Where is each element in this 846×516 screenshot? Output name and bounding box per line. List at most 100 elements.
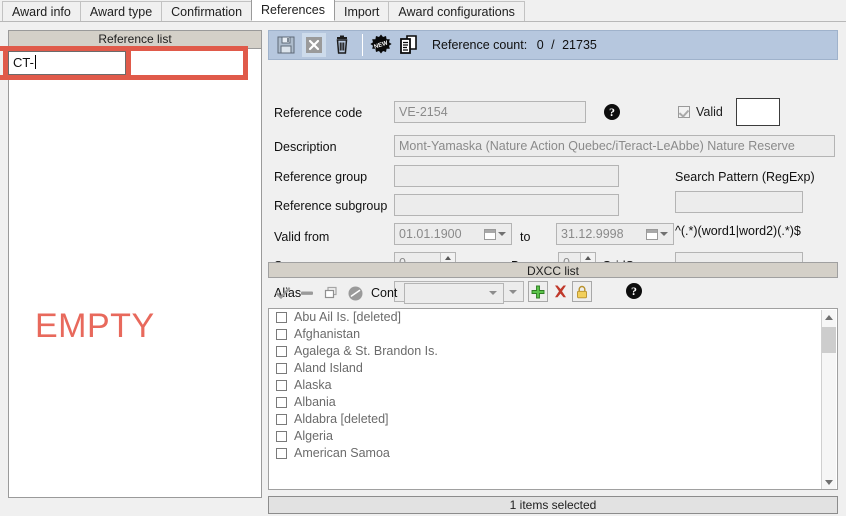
list-item[interactable]: Alaska <box>269 377 837 394</box>
reference-code-input[interactable]: VE-2154 <box>394 101 586 123</box>
dxcc-check-all-button[interactable] <box>272 282 294 304</box>
caret-up-icon <box>585 256 591 260</box>
description-label: Description <box>274 140 337 154</box>
dxcc-status-bar: 1 items selected <box>268 496 838 514</box>
dxcc-item-label: Afghanistan <box>294 327 361 341</box>
chevron-down-icon <box>489 291 498 295</box>
empty-overlay-label: EMPTY <box>35 307 155 345</box>
check-all-icon <box>275 287 291 299</box>
list-item[interactable]: Afghanistan <box>269 326 837 343</box>
dxcc-item-checkbox[interactable] <box>276 414 287 425</box>
dxcc-copy-button[interactable] <box>320 282 342 304</box>
reference-count-total: 21735 <box>562 38 597 52</box>
new-badge-icon: NEW <box>370 34 392 54</box>
copy-icon <box>324 286 337 299</box>
list-item[interactable]: Abu Ail Is. [deleted] <box>269 309 837 326</box>
valid-to-date-input[interactable]: 31.12.9998 <box>556 223 674 245</box>
scrollbar-thumb[interactable] <box>822 327 836 353</box>
list-item[interactable]: Aland Island <box>269 360 837 377</box>
list-item[interactable]: Albania <box>269 394 837 411</box>
duplicate-reference-button[interactable] <box>396 32 422 58</box>
valid-from-value: 01.01.1900 <box>399 227 462 241</box>
reference-count-separator: / <box>551 38 555 52</box>
reference-code-label: Reference code <box>274 106 363 120</box>
dxcc-item-label: Albania <box>294 395 336 409</box>
reference-list-panel: Reference list VE-2154 EMPTY <box>8 30 262 498</box>
dxcc-item-label: Aldabra [deleted] <box>294 412 389 426</box>
dxcc-item-checkbox[interactable] <box>276 363 287 374</box>
reference-subgroup-input[interactable] <box>394 194 619 216</box>
chevron-down-icon[interactable] <box>660 232 668 236</box>
question-help-icon[interactable]: ? <box>604 104 620 120</box>
reference-form: Reference code VE-2154 ? Valid Descripti… <box>268 60 838 302</box>
dxcc-item-checkbox[interactable] <box>276 312 287 323</box>
dxcc-item-label: Alaska <box>294 378 332 392</box>
tab-award-configurations[interactable]: Award configurations <box>388 1 525 21</box>
scroll-down-button[interactable] <box>822 475 836 489</box>
valid-from-date-input[interactable]: 01.01.1900 <box>394 223 512 245</box>
caret-up-icon <box>445 256 451 260</box>
dxcc-item-checkbox[interactable] <box>276 397 287 408</box>
reference-group-label: Reference group <box>274 170 368 184</box>
list-item[interactable]: Algeria <box>269 428 837 445</box>
tab-references[interactable]: References <box>251 0 335 21</box>
new-reference-button[interactable]: NEW <box>368 32 394 58</box>
tab-import[interactable]: Import <box>333 1 390 21</box>
regex-hint-text: ^(.*)(word1|word2)(.*)$ <box>675 224 801 238</box>
floppy-save-icon <box>277 36 295 54</box>
tab-confirmation[interactable]: Confirmation <box>161 1 253 21</box>
list-item[interactable]: American Samoa <box>269 445 837 462</box>
dxcc-list-header: DXCC list <box>268 262 838 278</box>
list-item[interactable]: Agalega & St. Brandon Is. <box>269 343 837 360</box>
valid-checkbox[interactable] <box>678 106 690 118</box>
valid-color-box[interactable] <box>736 98 780 126</box>
dxcc-item-label: Algeria <box>294 429 333 443</box>
valid-from-label: Valid from <box>274 230 330 244</box>
cont-select[interactable] <box>404 282 505 304</box>
dxcc-item-checkbox[interactable] <box>276 431 287 442</box>
reference-search-input[interactable]: CT- <box>8 51 126 75</box>
reference-subgroup-label: Reference subgroup <box>274 199 388 213</box>
save-button[interactable] <box>273 32 299 58</box>
dxcc-item-label: Aland Island <box>294 361 363 375</box>
tab-award-type[interactable]: Award type <box>79 1 163 21</box>
toolbar-separator <box>362 34 363 56</box>
copy-duplicate-icon <box>400 35 417 54</box>
date-to-label: to <box>520 230 531 244</box>
main-tab-bar: Award info Award type Confirmation Refer… <box>0 0 846 22</box>
dxcc-invert-selection-button[interactable] <box>344 282 366 304</box>
dxcc-item-checkbox[interactable] <box>276 380 287 391</box>
trash-icon <box>336 35 348 54</box>
reference-list-body[interactable]: VE-2154 EMPTY <box>9 67 261 516</box>
valid-label: Valid <box>696 105 723 119</box>
dxcc-vertical-scrollbar[interactable] <box>821 310 836 489</box>
search-pattern-label: Search Pattern (RegExp) <box>675 170 815 184</box>
dxcc-uncheck-all-button[interactable] <box>296 282 318 304</box>
scroll-up-button[interactable] <box>822 310 836 325</box>
dxcc-item-label: American Samoa <box>294 446 390 460</box>
reference-search-value: CT- <box>13 55 34 70</box>
dxcc-item-label: Abu Ail Is. [deleted] <box>294 310 402 324</box>
reference-group-input[interactable] <box>394 165 619 187</box>
dxcc-item-label: Agalega & St. Brandon Is. <box>294 344 438 358</box>
dxcc-item-checkbox[interactable] <box>276 346 287 357</box>
text-caret <box>34 55 36 69</box>
list-item[interactable]: Aldabra [deleted] <box>269 411 837 428</box>
reference-count-current: 0 <box>536 38 544 52</box>
search-pattern-input[interactable] <box>675 191 803 213</box>
reference-count-label: Reference count: <box>432 38 528 52</box>
dxcc-list[interactable]: Abu Ail Is. [deleted] Afghanistan Agaleg… <box>268 308 838 490</box>
cancel-button[interactable] <box>301 32 327 58</box>
dxcc-toolbar: Cont <box>268 280 838 306</box>
invert-selection-icon <box>348 286 362 300</box>
chevron-down-icon[interactable] <box>498 232 506 236</box>
reference-detail-panel: NEW Reference count: 0 / 21735 Reference… <box>268 30 838 514</box>
valid-to-value: 31.12.9998 <box>561 227 624 241</box>
uncheck-all-icon <box>301 291 313 295</box>
reference-count-status: Reference count: 0 / 21735 <box>432 38 597 52</box>
delete-button[interactable] <box>329 32 355 58</box>
dxcc-item-checkbox[interactable] <box>276 329 287 340</box>
tab-award-info[interactable]: Award info <box>2 1 81 21</box>
description-input[interactable]: Mont-Yamaska (Nature Action Quebec/iTera… <box>394 135 835 157</box>
dxcc-item-checkbox[interactable] <box>276 448 287 459</box>
